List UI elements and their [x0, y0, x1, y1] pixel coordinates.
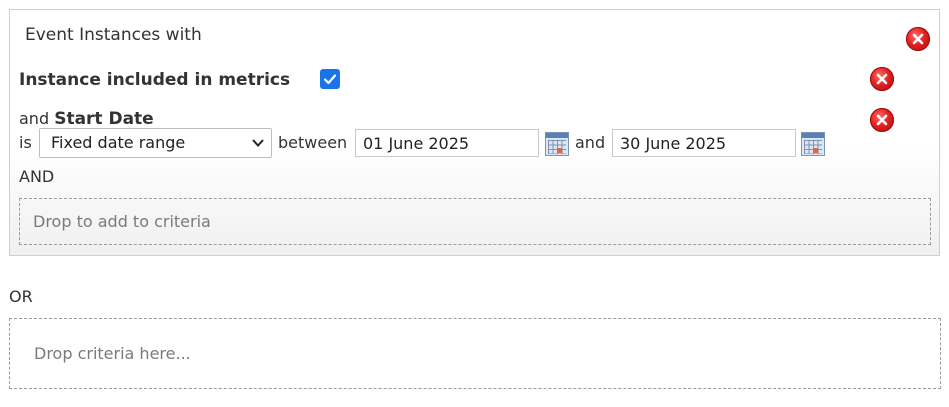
group-title: Event Instances with	[25, 25, 202, 45]
to-date-calendar-button[interactable]	[801, 132, 825, 156]
and-label: and	[575, 133, 606, 152]
between-label: between	[278, 133, 348, 152]
criterion-label-included-in-metrics: Instance included in metrics	[19, 70, 291, 90]
from-date-input[interactable]: 01 June 2025	[355, 129, 539, 157]
remove-circle-icon	[876, 73, 888, 85]
and-connector: AND	[19, 167, 55, 186]
date-operator-select[interactable]: Fixed date range	[39, 128, 272, 158]
group-drop-text: Drop to add to criteria	[33, 212, 211, 231]
remove-circle-icon	[912, 33, 924, 45]
is-label: is	[19, 133, 32, 152]
or-connector: OR	[9, 287, 33, 306]
and-prefix: and	[19, 109, 50, 128]
chevron-down-icon	[252, 139, 264, 147]
group-drop-zone[interactable]: Drop to add to criteria	[19, 198, 931, 245]
or-drop-text: Drop criteria here...	[34, 344, 191, 363]
remove-group-button[interactable]	[906, 27, 930, 51]
date-operator-value: Fixed date range	[51, 133, 186, 152]
included-in-metrics-checkbox[interactable]	[320, 69, 340, 89]
from-date-calendar-button[interactable]	[545, 132, 569, 156]
to-date-input[interactable]: 30 June 2025	[612, 129, 796, 157]
criterion-label-start-date: Start Date	[54, 109, 154, 129]
criterion-prefix-and: and Start Date	[19, 109, 154, 129]
checkmark-icon	[323, 74, 337, 85]
remove-criterion-1-button[interactable]	[870, 67, 894, 91]
or-drop-zone[interactable]: Drop criteria here...	[9, 318, 941, 389]
remove-criterion-2-button[interactable]	[870, 108, 894, 132]
criteria-group-panel: Event Instances with Instance included i…	[9, 9, 940, 256]
remove-circle-icon	[876, 114, 888, 126]
